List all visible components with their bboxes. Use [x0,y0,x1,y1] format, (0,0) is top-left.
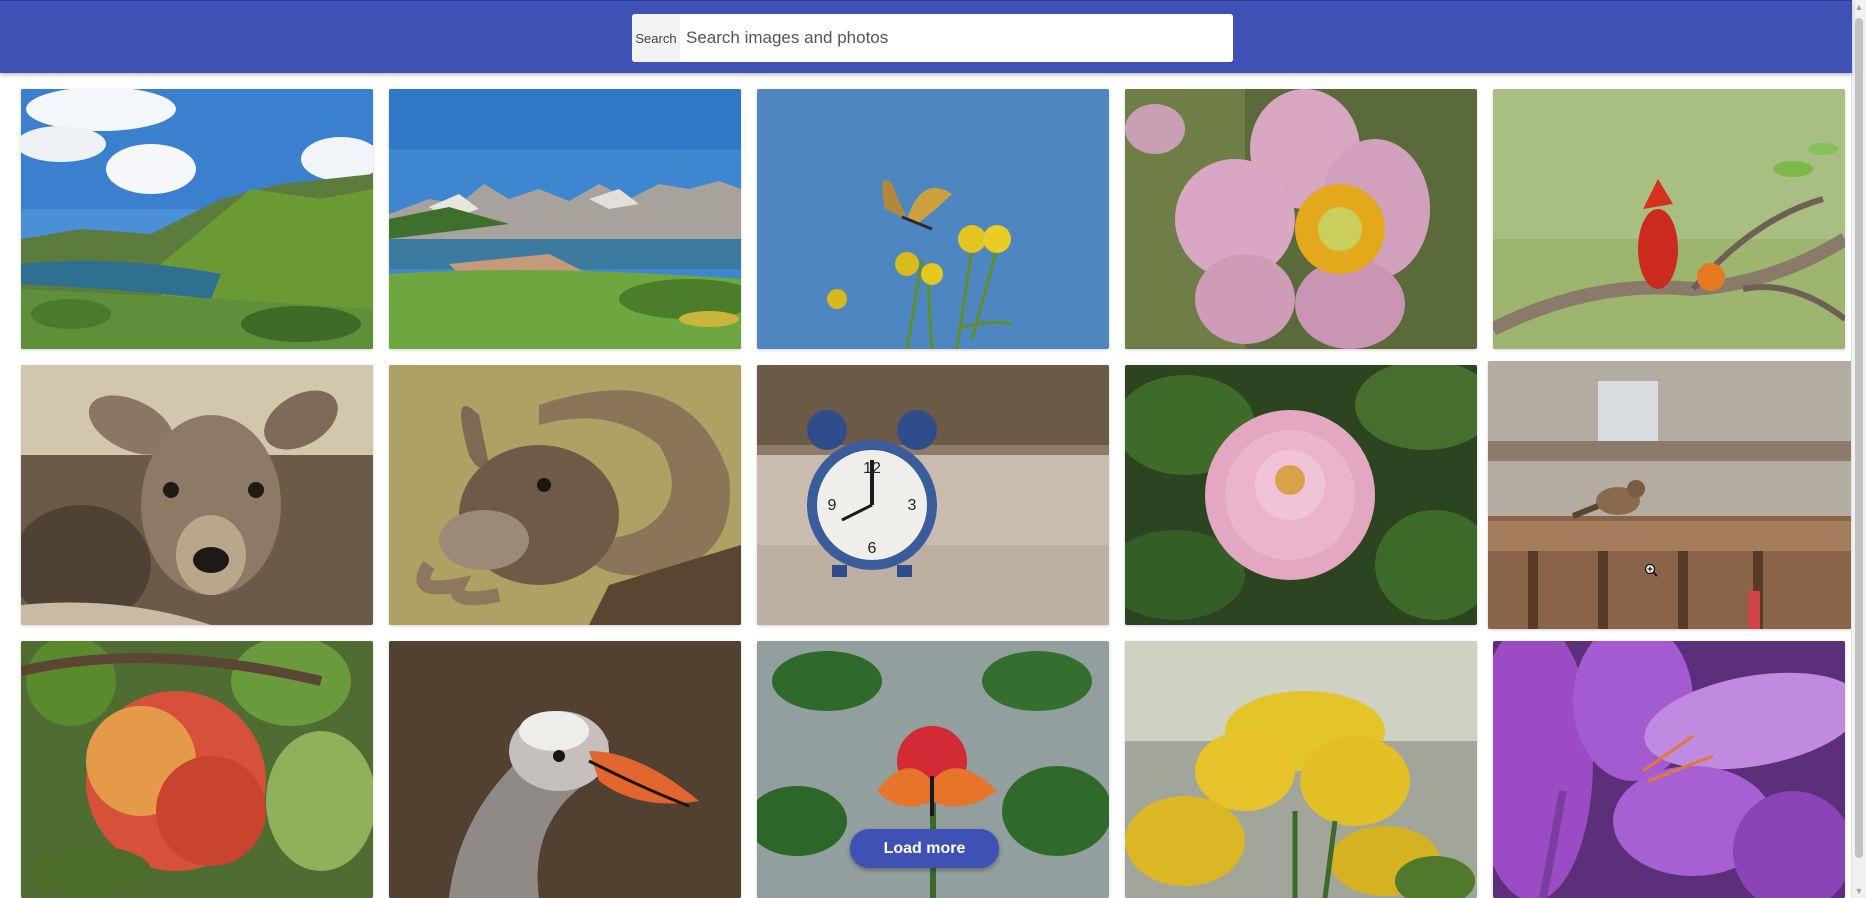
ram-image [389,365,741,625]
gallery-image-lake-hills[interactable] [21,89,373,349]
sparrow-image [1488,361,1852,629]
scroll-up-arrow-icon[interactable]: ▲ [1852,0,1866,14]
search-form: Search [632,14,1233,62]
deer-image [21,365,373,625]
crocus-image [1493,641,1845,898]
primrose-image [1125,641,1477,898]
zoom-in-cursor-icon [1644,563,1658,577]
gallery-image-ram[interactable] [389,365,741,625]
top-app-bar: Search [0,0,1852,73]
svg-text:6: 6 [868,540,877,557]
gallery-image-pink-anemone[interactable] [1125,89,1477,349]
alarm-clock-image: 12 3 6 9 [757,365,1109,625]
pink-anemone-image [1125,89,1477,349]
gallery-image-deer[interactable] [21,365,373,625]
vertical-scrollbar[interactable]: ▲ ▼ [1851,0,1866,898]
gallery-image-sparrow[interactable] [1488,361,1852,629]
svg-text:9: 9 [828,497,837,514]
gallery-image-dahlia[interactable] [1125,365,1477,625]
scroll-down-arrow-icon[interactable]: ▼ [1852,884,1866,898]
cardinal-image [1493,89,1845,349]
gallery-image-apple[interactable] [21,641,373,898]
apple-image [21,641,373,898]
scrollbar-thumb[interactable] [1855,18,1863,858]
load-more-button[interactable]: Load more [850,829,999,868]
gallery-image-alarm-clock[interactable]: 12 3 6 9 [757,365,1109,625]
gallery-image-mountain-lake[interactable] [389,89,741,349]
gallery-image-butterfly-flowers[interactable] [757,89,1109,349]
gallery-image-goose[interactable] [389,641,741,898]
gallery-image-crocus[interactable] [1493,641,1845,898]
goose-image [389,641,741,898]
butterfly-flowers-image [757,89,1109,349]
dahlia-image [1125,365,1477,625]
gallery-image-cardinal[interactable] [1493,89,1845,349]
lake-hills-image [21,89,373,349]
mountain-lake-image [389,89,741,349]
svg-text:3: 3 [908,497,917,514]
gallery-image-primrose[interactable] [1125,641,1477,898]
search-input[interactable] [680,14,1233,62]
search-button[interactable]: Search [632,14,680,62]
svg-text:12: 12 [863,460,881,477]
